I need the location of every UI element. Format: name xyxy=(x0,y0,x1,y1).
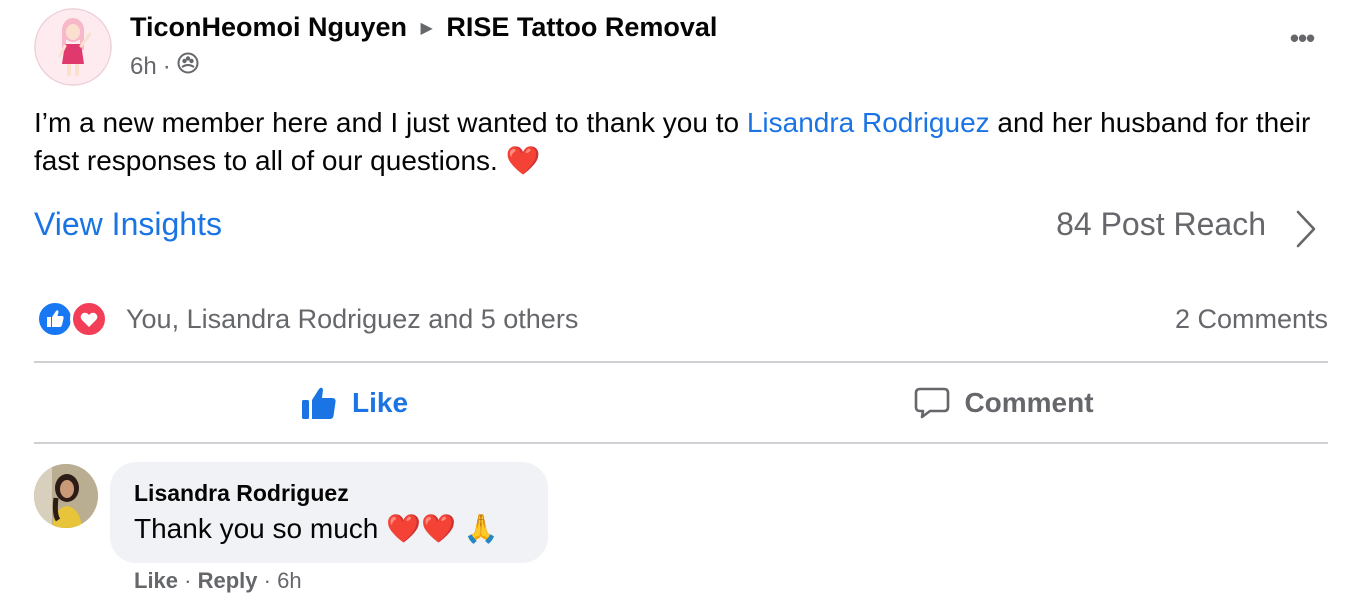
post-text-part-1: I’m a new member here and I just wanted … xyxy=(34,107,747,138)
like-reaction-icon xyxy=(36,300,74,338)
like-button-label: Like xyxy=(351,387,409,418)
divider xyxy=(34,361,1328,363)
comment-bubble: Lisandra Rodriguez Thank you so much ❤️❤… xyxy=(110,462,548,563)
view-insights-link[interactable]: View Insights xyxy=(34,206,222,243)
commenter-name[interactable]: Lisandra Rodriguez xyxy=(134,480,349,507)
post-meta: 6h · xyxy=(130,52,199,81)
reaction-icons[interactable] xyxy=(36,300,112,338)
insights-row: View Insights 84 Post Reach xyxy=(34,206,1324,256)
commenter-avatar-image xyxy=(34,464,98,528)
divider xyxy=(34,442,1328,444)
comment: Lisandra Rodriguez Thank you so much ❤️❤… xyxy=(34,462,1334,600)
author-avatar-image xyxy=(34,8,112,86)
comment-bubble-icon xyxy=(915,387,950,419)
post-group-name[interactable]: RISE Tattoo Removal xyxy=(446,12,717,42)
comment-button[interactable]: Comment xyxy=(684,364,1324,442)
chevron-right-icon[interactable] xyxy=(1294,208,1318,255)
comment-text: Thank you so much ❤️❤️ 🙏 xyxy=(134,513,499,544)
post-author-name[interactable]: TiconHeomoi Nguyen xyxy=(130,12,407,42)
comment-button-label: Comment xyxy=(964,387,1094,418)
reaction-names[interactable]: You, Lisandra Rodriguez and 5 others xyxy=(126,304,578,335)
love-reaction-icon xyxy=(70,300,108,338)
post-heart-emoji: ❤️ xyxy=(505,144,541,177)
author-avatar[interactable] xyxy=(34,8,112,86)
comment-separator: · xyxy=(257,568,278,593)
thumbs-up-icon xyxy=(301,387,336,419)
commenter-avatar[interactable] xyxy=(34,464,98,528)
post-body: I’m a new member here and I just wanted … xyxy=(34,104,1334,180)
post-reach-link[interactable]: 84 Post Reach xyxy=(1056,206,1266,243)
comment-time[interactable]: 6h xyxy=(277,568,301,593)
meta-separator: · xyxy=(162,52,171,80)
more-options-button[interactable]: ••• xyxy=(1280,25,1324,58)
comment-actions: Like · Reply · 6h xyxy=(134,568,302,594)
post-mention-link[interactable]: Lisandra Rodriguez xyxy=(747,107,990,138)
comment-separator: · xyxy=(178,568,198,593)
post-actions: Like Comment xyxy=(34,364,1328,442)
reactions-row: You, Lisandra Rodriguez and 5 others 2 C… xyxy=(34,298,1328,344)
caret-right-icon: ▶ xyxy=(420,20,433,37)
comment-reply-link[interactable]: Reply xyxy=(198,568,258,593)
post-header: TiconHeomoi Nguyen ▶ RISE Tattoo Removal… xyxy=(34,8,1324,88)
post-author-line: TiconHeomoi Nguyen ▶ RISE Tattoo Removal xyxy=(130,12,717,43)
comment-like-link[interactable]: Like xyxy=(134,568,178,593)
comments-count-link[interactable]: 2 Comments xyxy=(1175,304,1328,335)
group-privacy-icon[interactable] xyxy=(177,52,199,81)
post-time[interactable]: 6h xyxy=(130,53,157,81)
like-button[interactable]: Like xyxy=(34,364,674,442)
